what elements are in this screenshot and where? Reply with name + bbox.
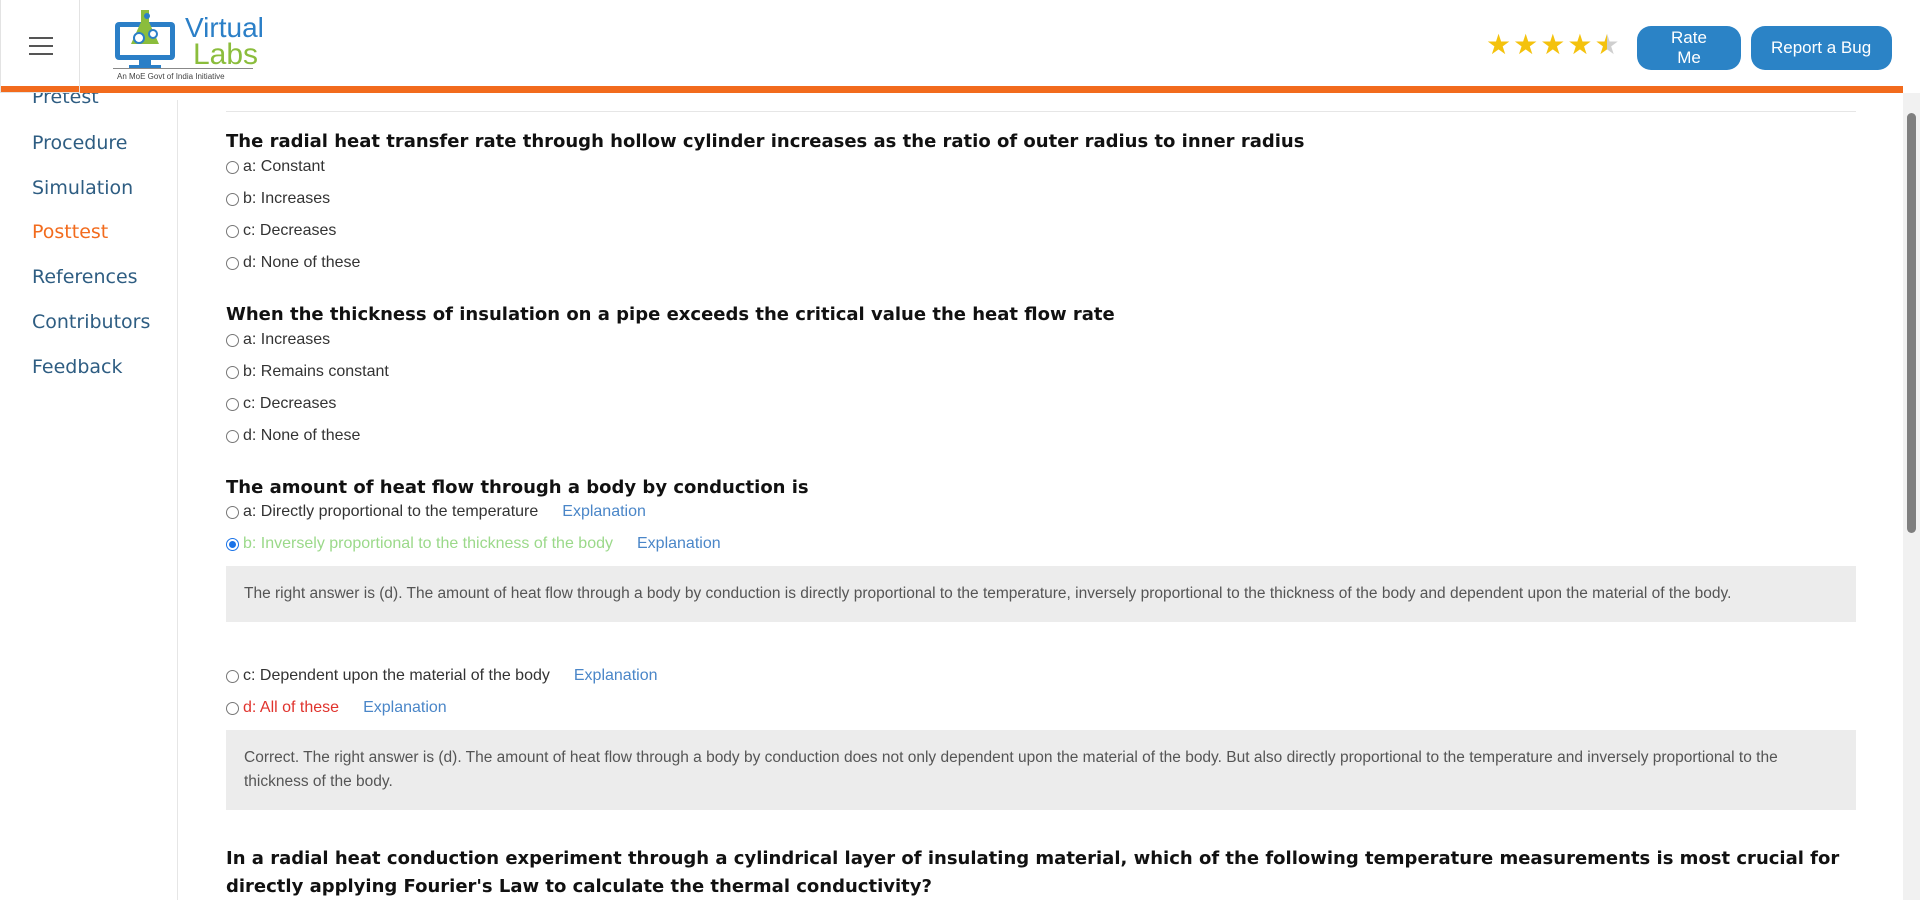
vertical-scrollbar[interactable] — [1903, 93, 1920, 900]
option-label: d: None of these — [243, 427, 361, 444]
top-header: Virtual Labs An MoE Govt of India Initia… — [0, 0, 1903, 93]
radio-button[interactable] — [226, 192, 239, 206]
option-label: d: None of these — [243, 254, 361, 271]
radio-button[interactable] — [226, 224, 239, 238]
option-row[interactable]: a: Increases — [226, 331, 330, 349]
radio-button[interactable] — [226, 397, 239, 411]
question-title: The radial heat transfer rate through ho… — [226, 131, 1305, 152]
star-icon[interactable]: ★ — [1567, 31, 1592, 59]
option-label: a: Directly proportional to the temperat… — [243, 503, 539, 520]
rate-me-button[interactable]: Rate Me — [1637, 26, 1741, 70]
option-label: c: Dependent upon the material of the bo… — [243, 667, 550, 684]
option-label: c: Decreases — [243, 222, 337, 239]
option-label: a: Increases — [243, 331, 331, 348]
sidebar-item-contributors[interactable]: Contributors — [32, 311, 150, 333]
radio-button[interactable] — [226, 365, 239, 379]
radio-button[interactable] — [226, 160, 239, 174]
sidebar-item-posttest[interactable]: Posttest — [32, 221, 108, 243]
radio-button-selected[interactable] — [226, 537, 239, 551]
option-row[interactable]: c: Decreases — [226, 395, 336, 413]
half-star-icon[interactable]: ★ — [1594, 31, 1619, 59]
question-title: When the thickness of insulation on a pi… — [226, 304, 1115, 325]
radio-button[interactable] — [226, 669, 239, 683]
virtual-labs-logo[interactable]: Virtual Labs An MoE Govt of India Initia… — [105, 6, 264, 86]
logo-divider — [113, 68, 253, 69]
option-row[interactable]: b: Increases — [226, 190, 330, 208]
radio-button[interactable] — [226, 333, 239, 347]
menu-icon[interactable] — [0, 0, 80, 93]
explanation-link[interactable]: Explanation — [637, 535, 721, 553]
option-row[interactable]: d: None of these — [226, 254, 360, 272]
question-title: The amount of heat flow through a body b… — [226, 477, 809, 498]
option-row[interactable]: d: All of these Explanation — [226, 699, 447, 717]
radio-button[interactable] — [226, 429, 239, 443]
logo-text-labs: Labs — [193, 38, 259, 71]
sidebar-nav: Pretest Procedure Simulation Posttest Re… — [0, 86, 178, 900]
rating-stars[interactable]: ★ ★ ★ ★ ★ — [1486, 31, 1620, 59]
logo-tagline: An MoE Govt of India Initiative — [117, 72, 225, 81]
option-row[interactable]: b: Remains constant — [226, 363, 389, 381]
star-icon[interactable]: ★ — [1540, 31, 1565, 59]
report-bug-button[interactable]: Report a Bug — [1751, 26, 1892, 70]
explanation-link[interactable]: Explanation — [562, 503, 646, 521]
radio-button[interactable] — [226, 701, 239, 715]
explanation-link[interactable]: Explanation — [574, 667, 658, 685]
star-icon[interactable]: ★ — [1513, 31, 1538, 59]
content-divider — [226, 111, 1856, 112]
sidebar-item-references[interactable]: References — [32, 266, 138, 288]
star-icon[interactable]: ★ — [1486, 31, 1511, 59]
question-title: In a radial heat conduction experiment t… — [226, 848, 1840, 897]
option-row[interactable]: c: Dependent upon the material of the bo… — [226, 667, 658, 685]
option-row[interactable]: a: Constant — [226, 158, 325, 176]
explanation-box: Correct. The right answer is (d). The am… — [226, 730, 1856, 810]
option-label: a: Constant — [243, 158, 325, 175]
explanation-link[interactable]: Explanation — [363, 699, 447, 717]
option-row[interactable]: b: Inversely proportional to the thickne… — [226, 535, 721, 553]
option-label-correct: d: All of these — [243, 699, 340, 716]
option-label: b: Remains constant — [243, 363, 389, 380]
option-label-selected: b: Inversely proportional to the thickne… — [243, 535, 613, 552]
option-label: b: Increases — [243, 190, 331, 207]
scrollbar-thumb[interactable] — [1907, 113, 1916, 533]
explanation-box: The right answer is (d). The amount of h… — [226, 566, 1856, 622]
option-row[interactable]: a: Directly proportional to the temperat… — [226, 503, 646, 521]
option-label: c: Decreases — [243, 395, 337, 412]
option-row[interactable]: d: None of these — [226, 427, 360, 445]
radio-button[interactable] — [226, 505, 239, 519]
sidebar-item-simulation[interactable]: Simulation — [32, 177, 133, 199]
option-row[interactable]: c: Decreases — [226, 222, 336, 240]
sidebar-item-procedure[interactable]: Procedure — [32, 132, 127, 154]
sidebar-item-feedback[interactable]: Feedback — [32, 356, 122, 378]
radio-button[interactable] — [226, 256, 239, 270]
